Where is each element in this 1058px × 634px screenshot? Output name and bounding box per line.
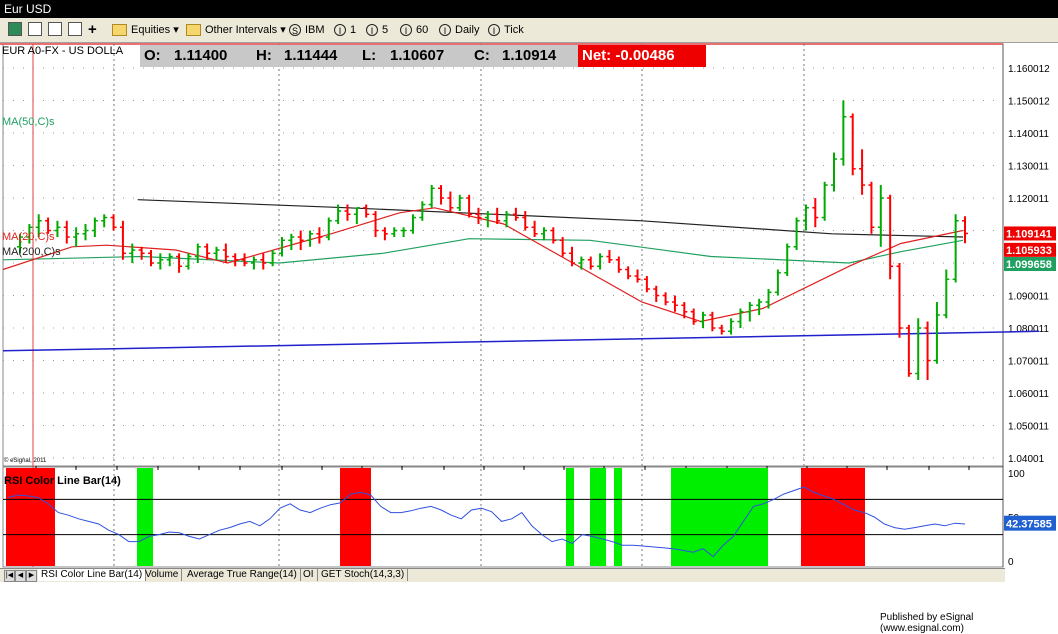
- y-tick-label: 1.090011: [1008, 291, 1049, 302]
- rsi-zone: [137, 468, 153, 566]
- interval-1-button[interactable]: I1: [334, 22, 356, 38]
- window-title: Eur USD: [4, 2, 52, 16]
- y-tick-label: 1.150012: [1008, 96, 1050, 107]
- interval-icon: I: [400, 24, 412, 37]
- y-tick-label: 1.080011: [1008, 324, 1049, 335]
- ma20-label: MA(20,C)s: [2, 231, 55, 243]
- folder-icon: [112, 24, 127, 37]
- rsi-title: RSI Color Line Bar(14): [4, 475, 121, 487]
- first-tab-icon[interactable]: |◀: [4, 570, 15, 582]
- interval-label: 60: [416, 24, 429, 36]
- interval-daily-button[interactable]: I Daily: [439, 22, 479, 38]
- other-intervals-label: Other Intervals: [205, 24, 278, 36]
- ohlc-readout: O: 1.11400 H: 1.11444 L: 1.10607 C: 1.10…: [140, 45, 706, 67]
- symbol-icon: S: [289, 24, 301, 37]
- tab-stoch[interactable]: GET Stoch(14,3,3): [318, 569, 409, 581]
- ma50-label: MA(50,C)s: [2, 116, 55, 128]
- last-price-flag: 1.109141: [1006, 228, 1052, 240]
- folder-icon: [186, 24, 201, 37]
- high-label: H:: [256, 47, 272, 64]
- prev-tab-icon[interactable]: ◀: [15, 570, 26, 582]
- low-value: 1.10607: [390, 47, 445, 64]
- y-tick-label: 1.060011: [1008, 389, 1049, 400]
- interval-icon: I: [366, 24, 378, 37]
- rsi-zone: [340, 468, 371, 566]
- rsi-zone: [614, 468, 622, 566]
- page-icon[interactable]: [48, 22, 62, 36]
- chart-icon[interactable]: [8, 22, 22, 36]
- tab-atr[interactable]: Average True Range(14): [184, 569, 301, 581]
- interval-icon: I: [439, 24, 451, 37]
- add-icon[interactable]: +: [88, 22, 97, 38]
- rsi-y-tick: 100: [1008, 469, 1025, 480]
- y-tick-label: 1.070011: [1008, 356, 1049, 367]
- next-tab-icon[interactable]: ▶: [26, 570, 37, 582]
- interval-60-button[interactable]: I 60: [400, 22, 428, 38]
- copy-icon[interactable]: [68, 22, 82, 36]
- close-value: 1.10914: [502, 47, 557, 64]
- symbol-button[interactable]: S IBM: [289, 22, 325, 38]
- equities-label: Equities: [131, 24, 171, 36]
- y-tick-label: 1.130011: [1008, 162, 1049, 173]
- interval-icon: I: [334, 24, 346, 37]
- symbol-label: EUR A0-FX - US DOLLA: [2, 45, 124, 57]
- rsi-y-tick: 0: [1008, 557, 1014, 568]
- tab-oi[interactable]: OI: [300, 569, 318, 581]
- other-intervals-menu[interactable]: Other Intervals ▾: [186, 22, 286, 38]
- y-tick-label: 1.160012: [1008, 64, 1050, 75]
- toolbar: + Equities ▾ Other Intervals ▾ S IBM I1 I…: [0, 18, 1058, 43]
- net-change-badge: Net: -0.00486: [578, 45, 706, 67]
- equities-menu[interactable]: Equities ▾: [112, 22, 179, 38]
- footer-credit: Published by eSignal (www.esignal.com): [880, 612, 974, 634]
- rsi-zone: [590, 468, 606, 566]
- y-tick-label: 1.140011: [1008, 129, 1049, 140]
- rsi-last-label: 42.37585: [1006, 519, 1052, 531]
- low-label: L:: [362, 47, 377, 64]
- symbol-label: IBM: [305, 24, 325, 36]
- net-label: Net:: [582, 47, 612, 64]
- interval-label: 5: [382, 24, 389, 36]
- high-value: 1.11444: [284, 47, 338, 64]
- ma20-flag: 1.105933: [1006, 245, 1052, 257]
- rsi-zone: [566, 468, 574, 566]
- open-value: 1.11400: [174, 47, 228, 64]
- interval-icon: I: [488, 24, 500, 37]
- main-panel-frame: [2, 43, 1004, 467]
- tab-volume[interactable]: Volume: [142, 569, 183, 581]
- new-page-icon[interactable]: [28, 22, 42, 36]
- open-label: O:: [144, 47, 161, 64]
- interval-label: Daily: [455, 24, 480, 36]
- y-tick-label: 1.050011: [1008, 421, 1049, 432]
- y-tick-label: 1.120011: [1008, 194, 1049, 205]
- interval-tick-button[interactable]: I Tick: [488, 22, 524, 38]
- copyright-label: © eSignal, 2011: [4, 457, 47, 464]
- y-tick-label: 1.04001: [1008, 454, 1045, 465]
- tab-rsi[interactable]: RSI Color Line Bar(14): [38, 569, 147, 581]
- rsi-zone: [801, 468, 865, 566]
- interval-5-button[interactable]: I5: [366, 22, 388, 38]
- net-value: -0.00486: [615, 47, 675, 64]
- window-titlebar: Eur USD: [0, 0, 1058, 18]
- ma50-flag: 1.099658: [1006, 259, 1052, 271]
- interval-label: 1: [350, 24, 357, 36]
- price-chart[interactable]: 1.160012 1.150012 1.140011 1.130011 1.120011…: [0, 42, 1058, 568]
- study-tabs: |◀ ◀ ▶ RSI Color Line Bar(14) Volume Ave…: [0, 568, 1005, 582]
- close-label: C:: [474, 47, 490, 64]
- ma200-label: MA(200,C)s: [2, 246, 61, 258]
- interval-label: Tick: [504, 24, 524, 36]
